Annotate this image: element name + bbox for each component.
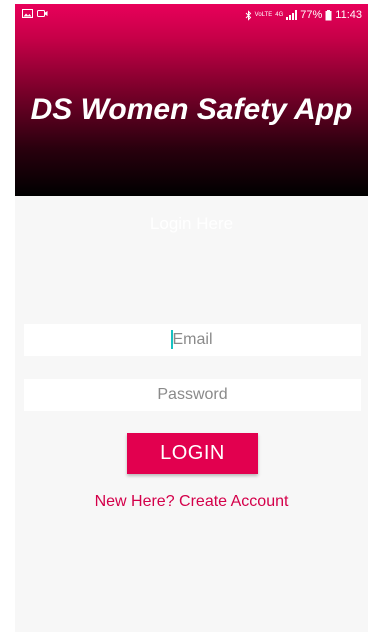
battery-icon	[325, 9, 332, 20]
signal-icon	[286, 10, 298, 20]
password-field[interactable]	[24, 379, 361, 411]
bluetooth-icon	[245, 9, 251, 21]
login-button[interactable]: LOGIN	[127, 433, 258, 474]
text-cursor	[171, 330, 173, 349]
app-screen: VoLTE 4G 77% 11:43 DS Women Safety App L…	[15, 4, 368, 632]
email-field[interactable]	[24, 324, 361, 356]
network-type-label: 4G	[275, 12, 284, 18]
status-left	[22, 9, 48, 18]
status-right: VoLTE 4G 77% 11:43	[245, 9, 362, 21]
create-account-link[interactable]: New Here? Create Account	[15, 493, 368, 511]
status-bar: VoLTE 4G 77% 11:43	[15, 4, 368, 26]
gallery-icon	[22, 9, 33, 18]
clock-time: 11:43	[335, 9, 362, 21]
video-icon	[37, 10, 48, 17]
battery-percent: 77%	[300, 9, 323, 21]
app-title: DS Women Safety App	[30, 93, 353, 126]
login-heading: Login Here	[149, 214, 234, 233]
volte-label: VoLTE	[254, 12, 273, 18]
header-banner: VoLTE 4G 77% 11:43 DS Women Safety App	[15, 4, 368, 196]
